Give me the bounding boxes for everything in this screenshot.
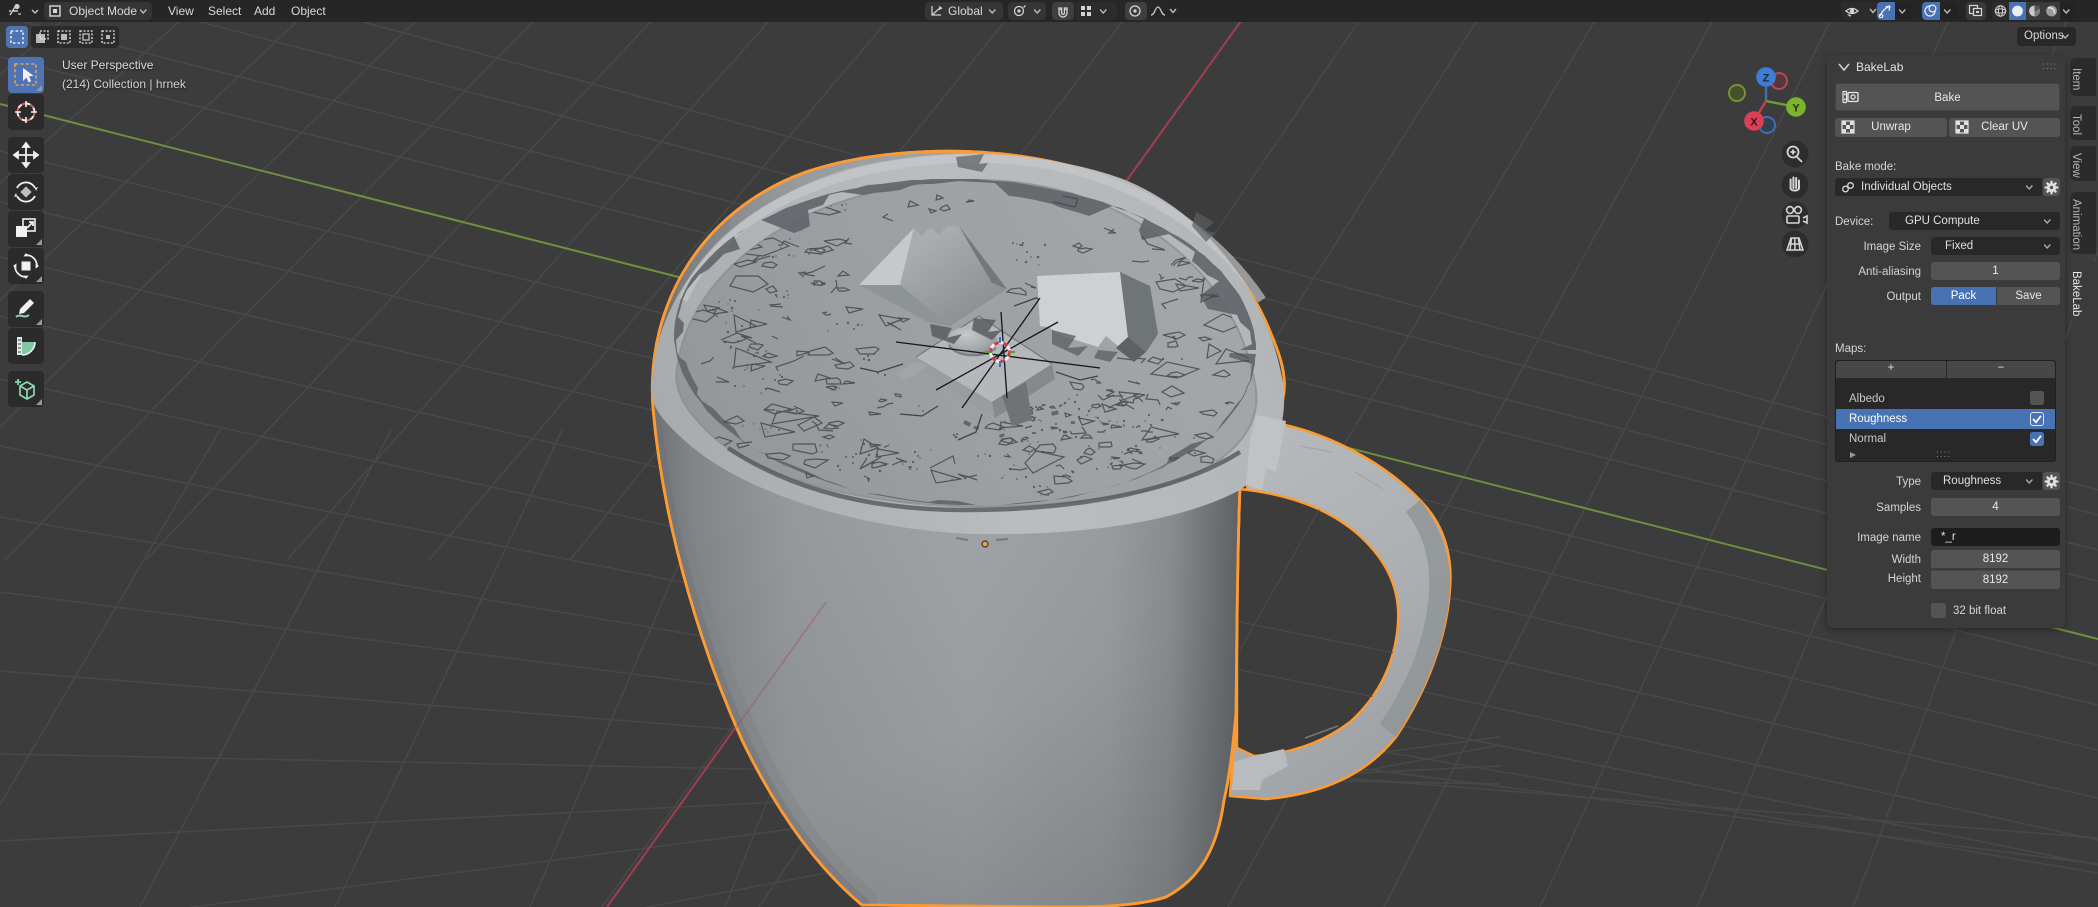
svg-text:Z: Z [1763, 73, 1770, 85]
svg-text:Y: Y [1792, 103, 1800, 115]
svg-text:X: X [1750, 117, 1758, 129]
